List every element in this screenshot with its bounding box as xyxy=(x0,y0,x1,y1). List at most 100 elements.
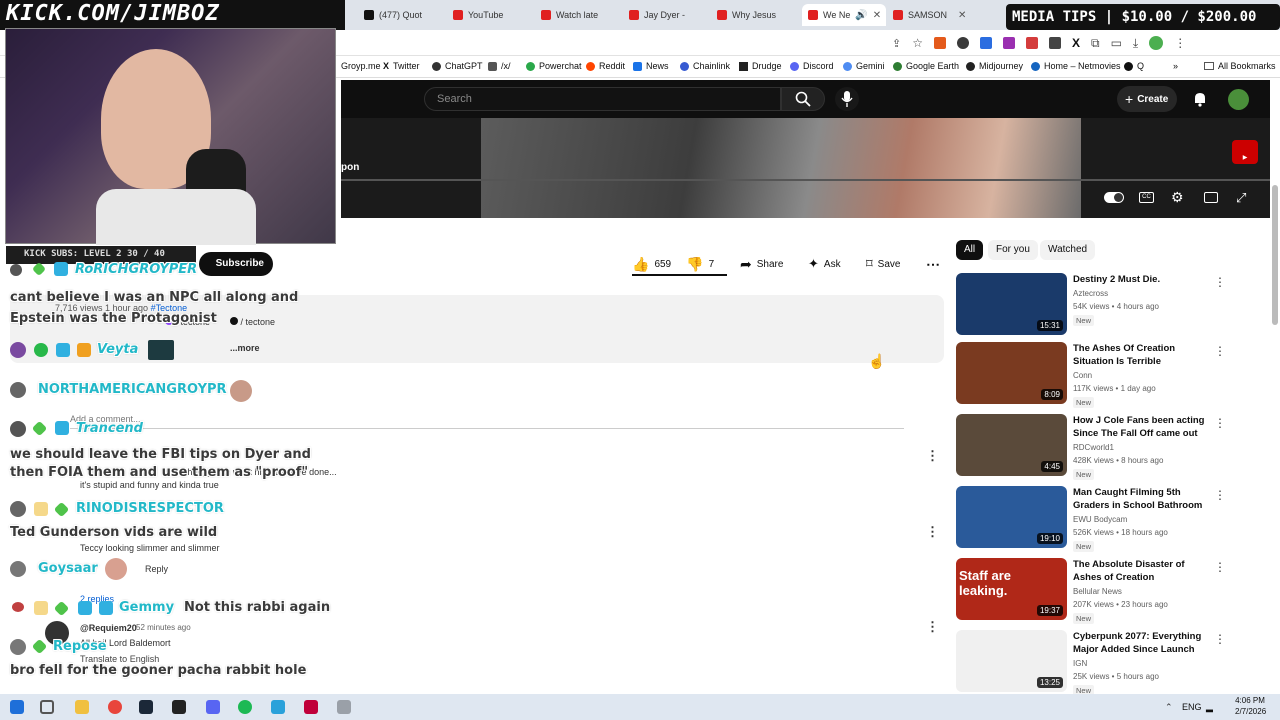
recommendation-card[interactable]: 4:45 How J Cole Fans been acting Since Th… xyxy=(956,414,1256,480)
tab-samson[interactable]: SAMSON ✕ xyxy=(893,4,968,26)
tab-active[interactable]: We Ne 🔊 ✕ xyxy=(802,4,886,26)
chip-for-you[interactable]: For you xyxy=(988,240,1038,260)
video-title[interactable]: Cyberpunk 2077: Everything Major Added S… xyxy=(1073,630,1213,656)
speaker-icon[interactable]: 🔊 xyxy=(855,10,867,21)
channel-name[interactable]: IGN xyxy=(1073,659,1087,668)
discord-icon[interactable] xyxy=(206,700,220,714)
video-title[interactable]: The Absolute Disaster of Ashes of Creati… xyxy=(1073,558,1213,584)
bookmark-item[interactable]: Reddit xyxy=(586,61,625,71)
search-button[interactable] xyxy=(781,87,825,111)
video-menu-icon[interactable]: ⋮ xyxy=(1214,275,1226,289)
bookmark-item[interactable]: Groyp.me xyxy=(341,61,381,71)
subscribe-button[interactable]: Subscribe xyxy=(199,252,273,276)
video-thumbnail[interactable]: Staff are leaking. 19:37 xyxy=(956,558,1067,620)
bookmark-item[interactable]: /x/ xyxy=(488,61,511,71)
video-menu-icon[interactable]: ⋮ xyxy=(1214,560,1226,574)
share-page-icon[interactable]: ⇪ xyxy=(892,37,901,50)
ask-button[interactable]: ✦ Ask xyxy=(808,254,841,274)
bookmark-item[interactable]: Discord xyxy=(790,61,834,71)
video-menu-icon[interactable]: ⋮ xyxy=(1214,488,1226,502)
reply-button[interactable]: Reply xyxy=(145,564,168,574)
bookmark-star-icon[interactable]: ☆ xyxy=(912,36,923,50)
bookmarks-overflow-icon[interactable]: » xyxy=(1173,61,1178,71)
page-scrollbar[interactable] xyxy=(1272,185,1278,325)
comment-author[interactable]: @Requiem20 xyxy=(80,623,137,633)
extension-icon[interactable] xyxy=(956,37,969,49)
bookmark-item[interactable]: Chainlink xyxy=(680,61,730,71)
video-title[interactable]: The Ashes Of Creation Situation Is Terri… xyxy=(1073,342,1213,368)
x-icon[interactable]: X xyxy=(1072,36,1080,50)
windows-start-icon[interactable] xyxy=(10,700,24,714)
bookmark-item[interactable]: X Twitter xyxy=(383,61,420,71)
extension-icon[interactable] xyxy=(1002,37,1015,49)
share-button[interactable]: ➦ Share xyxy=(740,254,783,274)
recommendation-card[interactable]: 13:25 Cyberpunk 2077: Everything Major Ad… xyxy=(956,630,1256,696)
steam-icon[interactable] xyxy=(139,700,153,714)
close-icon[interactable]: ✕ xyxy=(873,10,881,21)
save-button[interactable]: ⌑ Save xyxy=(866,254,900,274)
video-title[interactable]: Man Caught Filming 5th Graders in School… xyxy=(1073,486,1213,512)
progress-bar[interactable] xyxy=(341,179,1270,181)
downloads-icon[interactable]: ⤓ xyxy=(1133,36,1138,51)
show-more-link[interactable]: ...more xyxy=(230,343,260,353)
channel-name[interactable]: EWU Bodycam xyxy=(1073,515,1127,524)
language-indicator[interactable]: ENG xyxy=(1182,702,1202,712)
all-bookmarks[interactable]: All Bookmarks xyxy=(1204,61,1276,71)
bookmark-item[interactable]: Google Earth xyxy=(893,61,959,71)
tab-watch-later[interactable]: Watch late xyxy=(541,4,625,26)
video-title[interactable]: Destiny 2 Must Die. xyxy=(1073,273,1213,286)
captions-icon[interactable]: CC xyxy=(1139,192,1154,203)
video-thumbnail[interactable]: 19:10 xyxy=(956,486,1067,548)
bookmark-item[interactable]: Midjourney xyxy=(966,61,1023,71)
video-menu-icon[interactable]: ⋮ xyxy=(1214,416,1226,430)
settings-gear-icon[interactable]: ⚙ xyxy=(1171,189,1184,206)
comment-menu-icon[interactable]: ⋮ xyxy=(926,524,939,540)
network-icon[interactable]: ▂ xyxy=(1206,702,1213,713)
terminal-icon[interactable] xyxy=(172,700,186,714)
tab-why-jesus[interactable]: Why Jesus xyxy=(717,4,797,26)
telegram-icon[interactable] xyxy=(271,700,285,714)
file-explorer-icon[interactable] xyxy=(75,700,89,714)
tray-overflow-icon[interactable]: ⌃ xyxy=(1165,702,1173,713)
create-button[interactable]: + Create xyxy=(1117,86,1177,112)
puzzle-icon[interactable]: ⧉ xyxy=(1091,36,1100,51)
bookmark-item[interactable]: Gemini xyxy=(843,61,885,71)
recommendation-card[interactable]: Staff are leaking. 19:37 The Absolute Disa… xyxy=(956,558,1256,624)
extension-icon[interactable] xyxy=(1025,37,1038,49)
video-menu-icon[interactable]: ⋮ xyxy=(1214,632,1226,646)
extension-icon[interactable] xyxy=(979,37,992,49)
search-input[interactable]: Search xyxy=(424,87,781,111)
video-thumbnail[interactable]: 4:45 xyxy=(956,414,1067,476)
channel-name[interactable]: Conn xyxy=(1073,371,1092,380)
extension-icon[interactable] xyxy=(1048,37,1061,49)
subscribe-watermark-icon[interactable]: ▶ xyxy=(1232,140,1258,164)
channel-name[interactable]: Bellular News xyxy=(1073,587,1122,596)
bookmark-item[interactable]: Drudge xyxy=(739,61,782,71)
comment-menu-icon[interactable]: ⋮ xyxy=(926,448,939,464)
thumbs-up-icon[interactable]: 👍 xyxy=(632,256,649,273)
profile-avatar[interactable] xyxy=(1149,36,1164,50)
video-player[interactable]: pon ▶ CC ⚙ ⤢ xyxy=(341,118,1270,218)
spotify-icon[interactable] xyxy=(238,700,252,714)
menu-icon[interactable]: ⋮ xyxy=(1174,36,1186,50)
thumbs-down-icon[interactable]: 👎 xyxy=(686,256,703,273)
video-menu-icon[interactable]: ⋮ xyxy=(1214,344,1226,358)
bookmark-item[interactable]: Powerchat xyxy=(526,61,582,71)
bookmark-item[interactable]: News xyxy=(633,61,669,71)
channel-name[interactable]: Aztecross xyxy=(1073,289,1108,298)
recommendation-card[interactable]: 8:09 The Ashes Of Creation Situation Is T… xyxy=(956,342,1256,408)
tab-jay-dyer[interactable]: Jay Dyer - xyxy=(629,4,709,26)
tab-youtube[interactable]: YouTube xyxy=(453,4,533,26)
extension-metamask-icon[interactable] xyxy=(933,37,946,49)
video-thumbnail[interactable]: 15:31 xyxy=(956,273,1067,335)
miniplayer-icon[interactable] xyxy=(1204,192,1218,203)
video-title[interactable]: How J Cole Fans been acting Since The Fa… xyxy=(1073,414,1213,440)
close-icon[interactable]: ✕ xyxy=(958,10,966,21)
notifications-bell-icon[interactable] xyxy=(1192,91,1208,107)
recommendation-card[interactable]: 19:10 Man Caught Filming 5th Graders in S… xyxy=(956,486,1256,552)
clock[interactable]: 4:06 PM 2/7/2026 xyxy=(1235,695,1266,717)
sidebar-icon[interactable]: ▭ xyxy=(1111,36,1122,50)
chip-all[interactable]: All xyxy=(956,240,984,260)
video-thumbnail[interactable]: 13:25 xyxy=(956,630,1067,692)
comment-menu-icon[interactable]: ⋮ xyxy=(926,619,939,635)
